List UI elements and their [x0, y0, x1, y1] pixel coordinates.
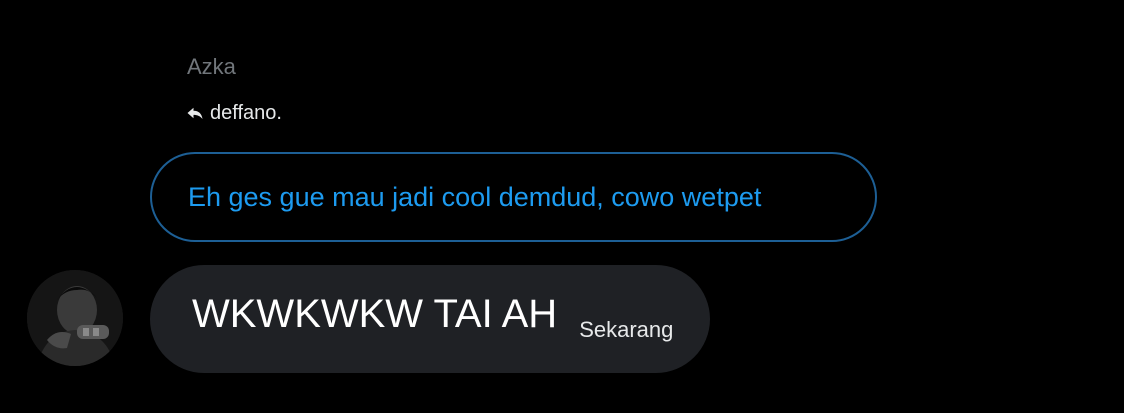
reply-to-name: deffano.: [210, 102, 282, 124]
sender-name: Azka: [187, 54, 236, 79]
message-text: WKWKWKW TAI AH: [192, 292, 558, 336]
quoted-message-text: Eh ges gue mau jadi cool demdud, cowo we…: [188, 181, 762, 212]
quoted-message-bubble[interactable]: Eh ges gue mau jadi cool demdud, cowo we…: [150, 152, 877, 242]
reply-context[interactable]: deffano.: [186, 100, 282, 126]
avatar[interactable]: [27, 270, 123, 366]
message-bubble[interactable]: WKWKWKW TAI AH Sekarang: [150, 265, 710, 373]
message-timestamp: Sekarang: [579, 317, 674, 342]
user-avatar-icon: [27, 270, 123, 366]
reply-arrow-icon: [186, 104, 204, 122]
